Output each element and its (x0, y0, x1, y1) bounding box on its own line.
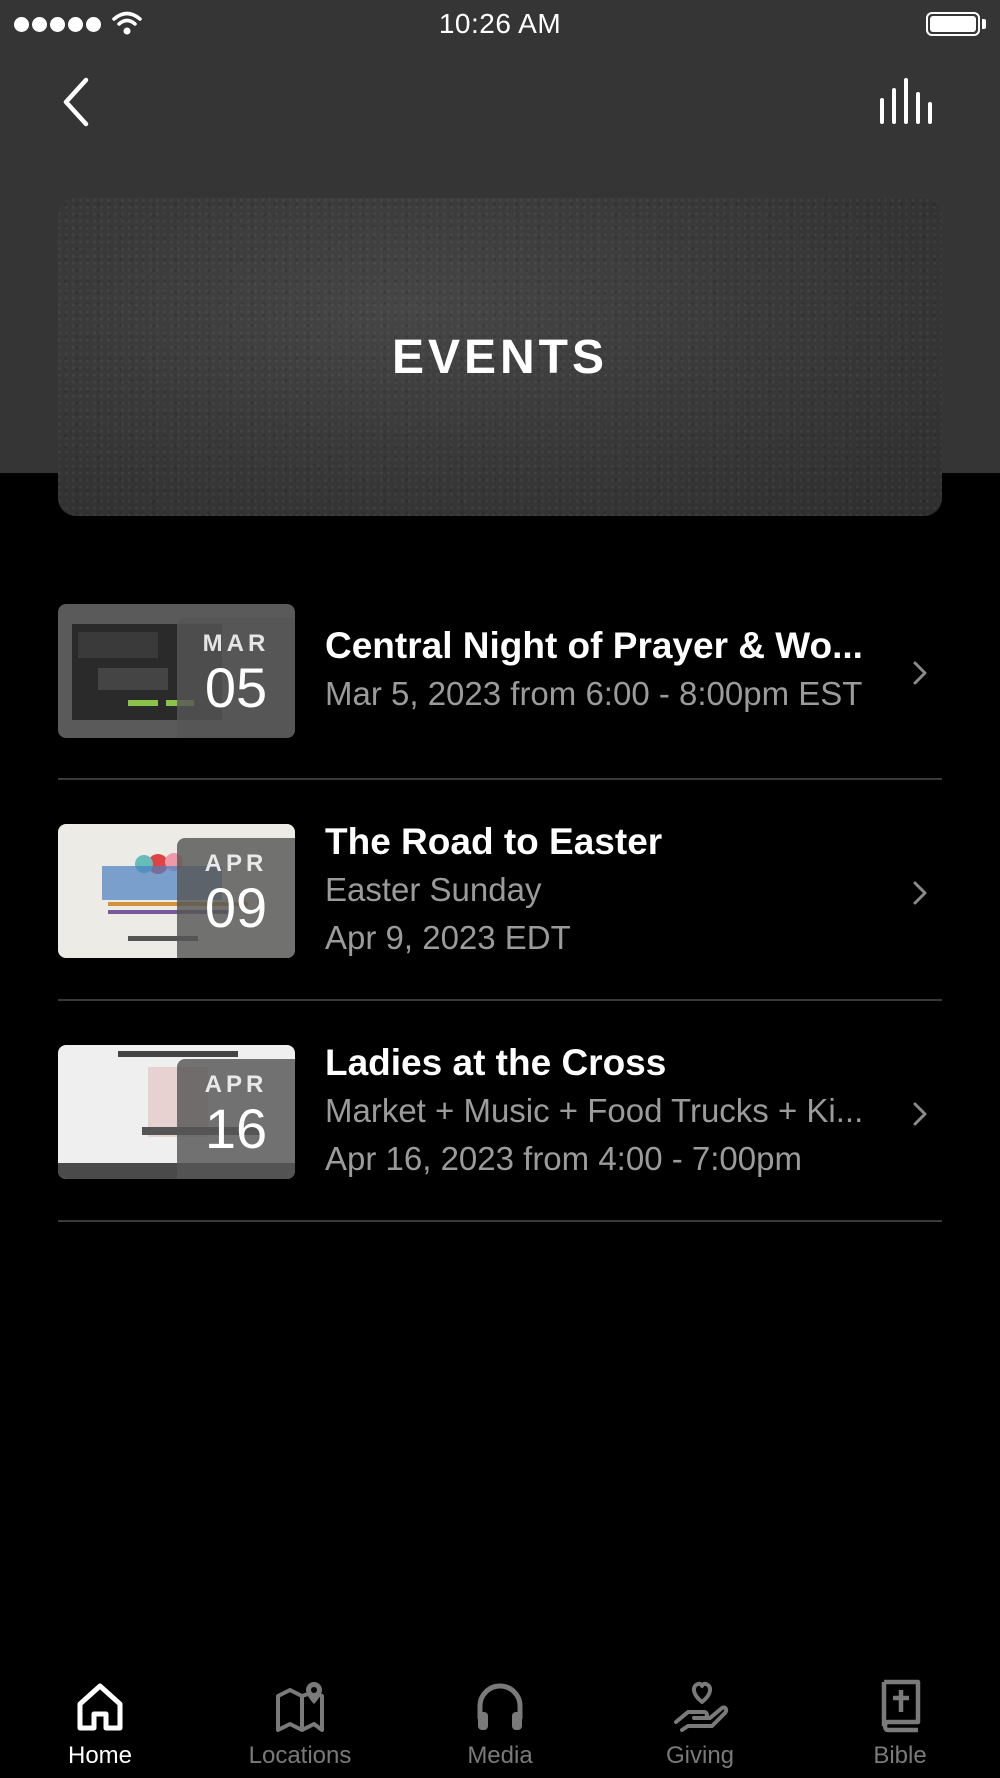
event-day: 16 (204, 1097, 268, 1160)
page-title: EVENTS (391, 330, 609, 384)
tab-bible[interactable]: Bible (800, 1660, 1000, 1778)
status-time: 10:26 AM (438, 8, 562, 39)
back-button[interactable] (54, 72, 104, 132)
tab-label: Giving (665, 1742, 735, 1769)
event-list: MAR 05 Central Night of Prayer & Wo... M… (58, 560, 942, 1222)
bible-icon (881, 1679, 921, 1733)
chevron-right-icon (913, 881, 927, 905)
event-day: 05 (204, 656, 268, 719)
event-title: The Road to Easter (325, 821, 663, 862)
battery-icon (926, 12, 980, 36)
events-banner: EVENTS (58, 198, 942, 516)
event-title: Ladies at the Cross (325, 1042, 667, 1083)
event-title: Central Night of Prayer & Wo... (325, 625, 863, 666)
date-badge: APR 16 (177, 1059, 295, 1179)
tab-home[interactable]: Home (0, 1660, 200, 1778)
tab-media[interactable]: Media (400, 1660, 600, 1778)
chevron-right-icon (913, 1102, 927, 1126)
event-datetime: Apr 9, 2023 EDT (325, 919, 571, 956)
tab-bar: Home Locations Media Giving Bible (0, 1660, 1000, 1778)
chevron-left-icon (63, 77, 89, 127)
event-month: MAR (202, 630, 270, 657)
event-thumbnail: MAR 05 (58, 604, 295, 738)
event-datetime: Apr 16, 2023 from 4:00 - 7:00pm (325, 1140, 802, 1177)
event-row[interactable]: MAR 05 Central Night of Prayer & Wo... M… (58, 560, 942, 780)
hand-heart-icon (674, 1681, 729, 1732)
tab-giving[interactable]: Giving (600, 1660, 800, 1778)
tab-locations[interactable]: Locations (200, 1660, 400, 1778)
event-thumbnail: APR 09 (58, 824, 295, 958)
status-bar: 10:26 AM (0, 0, 1000, 50)
event-row[interactable]: APR 09 The Road to Easter Easter Sunday … (58, 780, 942, 1001)
event-day: 09 (204, 876, 268, 939)
event-subtitle: Easter Sunday (325, 871, 542, 908)
home-icon (77, 1683, 123, 1731)
event-datetime: Mar 5, 2023 from 6:00 - 8:00pm EST (325, 675, 863, 712)
event-row[interactable]: APR 16 Ladies at the Cross Market + Musi… (58, 1001, 942, 1222)
event-subtitle: Market + Music + Food Trucks + Ki... (325, 1092, 864, 1129)
event-month: APR (204, 850, 268, 877)
date-badge: MAR 05 (177, 618, 295, 738)
event-thumbnail: APR 16 (58, 1045, 295, 1179)
tab-label: Bible (873, 1742, 927, 1769)
audio-bars-icon (880, 78, 932, 124)
battery-tip (982, 19, 986, 29)
tab-label: Media (467, 1742, 533, 1769)
headphones-icon (477, 1683, 523, 1730)
tab-label: Locations (248, 1742, 352, 1769)
map-pin-icon (276, 1682, 324, 1732)
event-month: APR (204, 1071, 268, 1098)
audio-button[interactable] (878, 78, 938, 128)
date-badge: APR 09 (177, 838, 295, 958)
chevron-right-icon (913, 661, 927, 685)
tab-label: Home (67, 1742, 133, 1769)
